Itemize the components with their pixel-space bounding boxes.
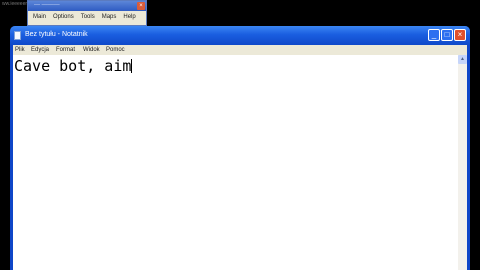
background-window-menubar: Main Options Tools Maps Help bbox=[28, 11, 146, 20]
menu-format[interactable]: Format bbox=[56, 47, 75, 53]
text-caret bbox=[131, 59, 133, 73]
menu-view[interactable]: Widok bbox=[83, 47, 100, 53]
background-window-titlebar[interactable]: — ——— × bbox=[28, 1, 146, 11]
window-title: Bez tytułu - Notatnik bbox=[25, 31, 88, 38]
menu-file[interactable]: Plik bbox=[15, 47, 25, 53]
minimize-button[interactable]: _ bbox=[428, 29, 440, 41]
vertical-scrollbar[interactable]: ▲ bbox=[458, 55, 467, 270]
background-window-title: — ——— bbox=[34, 2, 60, 8]
menu-edit[interactable]: Edycja bbox=[31, 47, 49, 53]
bg-menu-maps[interactable]: Maps bbox=[102, 14, 117, 20]
close-button[interactable]: × bbox=[454, 29, 466, 41]
bg-menu-options[interactable]: Options bbox=[53, 14, 74, 20]
bg-menu-main[interactable]: Main bbox=[33, 14, 46, 20]
title-bar[interactable]: Bez tytułu - Notatnik _ □ × bbox=[10, 26, 470, 45]
notepad-window: Bez tytułu - Notatnik _ □ × Plik Edycja … bbox=[10, 26, 470, 270]
background-window[interactable]: — ——— × Main Options Tools Maps Help bbox=[27, 0, 147, 26]
bg-menu-tools[interactable]: Tools bbox=[81, 14, 95, 20]
document-text: Cave bot, aim bbox=[14, 57, 132, 75]
text-editor-area[interactable]: Cave bot, aim bbox=[13, 55, 458, 270]
background-window-close-icon[interactable]: × bbox=[137, 2, 145, 10]
bg-menu-help[interactable]: Help bbox=[123, 14, 135, 20]
menu-bar: Plik Edycja Format Widok Pomoc bbox=[13, 45, 467, 55]
scroll-up-arrow-icon[interactable]: ▲ bbox=[458, 55, 467, 64]
maximize-button[interactable]: □ bbox=[441, 29, 453, 41]
menu-help[interactable]: Pomoc bbox=[106, 47, 125, 53]
notepad-icon bbox=[14, 31, 21, 40]
